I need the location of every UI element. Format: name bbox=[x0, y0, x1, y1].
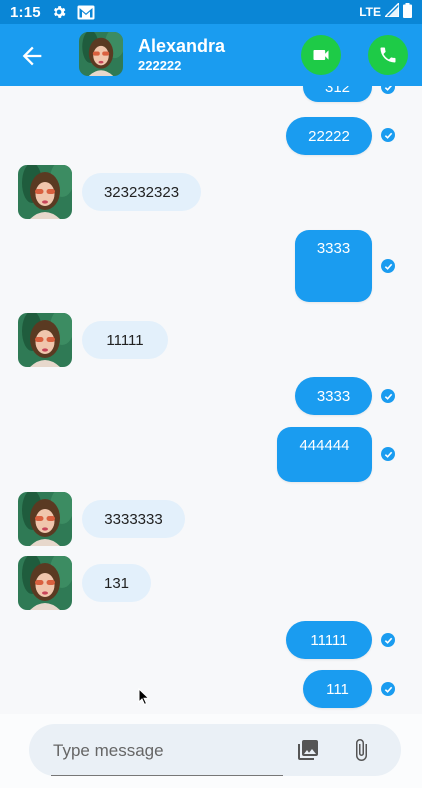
message-bubble-outgoing[interactable]: 11111 bbox=[286, 621, 372, 659]
status-time: 1:15 bbox=[10, 3, 41, 21]
status-right: LTE bbox=[359, 0, 412, 24]
gmail-icon bbox=[77, 5, 95, 20]
message-bubble-incoming[interactable]: 11111 bbox=[82, 321, 168, 359]
read-check-icon bbox=[381, 447, 395, 461]
signal-icon bbox=[383, 1, 400, 21]
message-bubble-outgoing[interactable]: 22222 bbox=[286, 117, 372, 155]
message-composer bbox=[29, 724, 401, 776]
mouse-pointer-icon bbox=[138, 687, 150, 706]
message-input[interactable] bbox=[51, 738, 285, 764]
message-bubble-outgoing[interactable]: 312 bbox=[303, 86, 372, 102]
message-bubble-outgoing[interactable]: 111 bbox=[303, 670, 372, 708]
read-check-icon bbox=[381, 259, 395, 273]
contact-avatar-small[interactable] bbox=[18, 492, 72, 546]
read-check-icon bbox=[381, 86, 395, 94]
message-bubble-incoming[interactable]: 131 bbox=[82, 564, 151, 602]
read-check-icon bbox=[381, 633, 395, 647]
photo-library-icon bbox=[298, 740, 318, 760]
network-type: LTE bbox=[359, 5, 381, 19]
composer-area bbox=[0, 714, 422, 788]
settings-gear-icon bbox=[51, 4, 67, 20]
input-underline bbox=[51, 775, 283, 776]
message-list[interactable]: 312 22222 323232323 3333 11111 3333 4444… bbox=[0, 86, 422, 714]
battery-icon bbox=[403, 2, 412, 22]
phone-icon bbox=[380, 47, 396, 63]
image-picker-button[interactable] bbox=[296, 738, 320, 762]
read-check-icon bbox=[381, 128, 395, 142]
status-bar: 1:15 LTE bbox=[0, 0, 422, 24]
message-bubble-outgoing[interactable]: 3333 bbox=[295, 230, 372, 302]
paperclip-icon bbox=[356, 739, 367, 761]
message-bubble-incoming[interactable]: 323232323 bbox=[82, 173, 201, 211]
contact-name: Alexandra bbox=[138, 36, 226, 56]
message-bubble-incoming[interactable]: 3333333 bbox=[82, 500, 185, 538]
read-check-icon bbox=[381, 389, 395, 403]
attach-file-button[interactable] bbox=[349, 736, 373, 764]
contact-avatar-small[interactable] bbox=[18, 313, 72, 367]
message-bubble-outgoing[interactable]: 3333 bbox=[295, 377, 372, 415]
message-bubble-outgoing[interactable]: 444444 bbox=[277, 427, 372, 482]
contact-avatar-small[interactable] bbox=[18, 165, 72, 219]
back-button[interactable] bbox=[18, 42, 46, 70]
video-call-button[interactable] bbox=[301, 35, 341, 75]
read-check-icon bbox=[381, 682, 395, 696]
voice-call-button[interactable] bbox=[368, 35, 408, 75]
chat-app-bar: Alexandra 222222 bbox=[0, 24, 422, 86]
contact-subtitle: 222222 bbox=[138, 58, 182, 73]
videocam-icon bbox=[313, 50, 329, 60]
arrow-left-icon bbox=[22, 46, 42, 66]
contact-avatar[interactable] bbox=[79, 32, 123, 76]
contact-avatar-small[interactable] bbox=[18, 556, 72, 610]
